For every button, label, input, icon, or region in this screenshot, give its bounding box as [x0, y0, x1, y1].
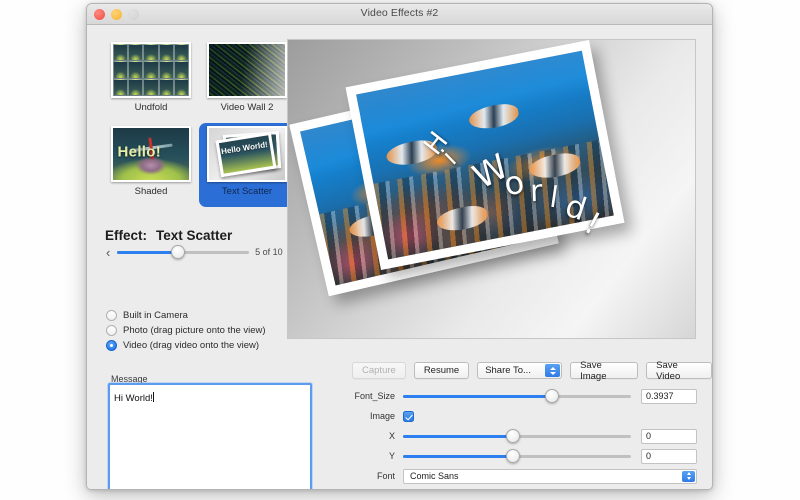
chevron-updown-icon	[545, 364, 560, 377]
param-label: Font	[327, 471, 403, 481]
effect-thumbnail	[111, 42, 191, 98]
resume-button[interactable]: Resume	[414, 362, 469, 379]
param-row-font: Font Comic Sans	[327, 468, 697, 484]
tile-grid-icon	[113, 44, 189, 96]
preview-photo	[356, 51, 614, 260]
font-dropdown-value: Comic Sans	[410, 471, 459, 481]
effect-position-label: 5 of 10	[255, 247, 283, 257]
effect-slider[interactable]	[117, 245, 249, 259]
window-content: Undfold Video Wall 2 Hello! Sh	[87, 25, 712, 489]
effect-slider-fill	[117, 251, 176, 254]
shaded-art-icon: Hello!	[113, 128, 189, 180]
share-to-dropdown[interactable]: Share To...	[477, 362, 562, 379]
param-label: Y	[327, 451, 403, 461]
source-radio-group: Built in Camera Photo (drag picture onto…	[106, 308, 266, 353]
font-dropdown[interactable]: Comic Sans	[403, 469, 697, 484]
param-row-x: X 0	[327, 428, 697, 444]
param-label: X	[327, 431, 403, 441]
save-image-button[interactable]: Save Image	[570, 362, 638, 379]
preview-canvas[interactable]: Hi World!	[287, 39, 696, 339]
effect-slider-knob[interactable]	[171, 245, 185, 259]
font-size-value[interactable]: 0.3937	[641, 389, 697, 404]
param-row-y: Y 0	[327, 448, 697, 464]
source-option-label: Photo (drag picture onto the view)	[123, 325, 266, 336]
param-label: Font_Size	[327, 391, 403, 401]
effect-item-label: Video Wall 2	[221, 102, 274, 113]
slider-fill	[403, 435, 512, 438]
color-swatch-button[interactable]	[403, 490, 435, 491]
image-checkbox[interactable]	[403, 411, 414, 422]
radio-icon[interactable]	[106, 325, 117, 336]
capture-button[interactable]: Capture	[352, 362, 406, 379]
effect-item-unfold[interactable]: Undfold	[103, 39, 199, 123]
previous-effect-button[interactable]: ‹	[105, 246, 111, 259]
video-wall-art-icon	[209, 44, 285, 96]
y-value[interactable]: 0	[641, 449, 697, 464]
effect-header: Effect: Text Scatter	[105, 228, 232, 243]
y-slider[interactable]	[403, 449, 631, 463]
effect-item-label: Text Scatter	[222, 186, 272, 197]
slider-knob[interactable]	[506, 429, 520, 443]
effect-item-label: Shaded	[135, 186, 168, 197]
effects-grid: Undfold Video Wall 2 Hello! Sh	[103, 39, 295, 207]
reef-image	[356, 51, 614, 260]
effect-item-text-scatter[interactable]: Hello World! Text Scatter	[199, 123, 295, 207]
source-option-label: Built in Camera	[123, 310, 188, 321]
source-option-video[interactable]: Video (drag video onto the view)	[106, 338, 266, 353]
preview-card-front	[346, 40, 625, 270]
app-window: Video Effects #2 Undfold	[86, 3, 713, 490]
source-option-label: Video (drag video onto the view)	[123, 340, 259, 351]
effect-thumbnail: Hello World!	[207, 126, 287, 182]
water-glow	[356, 51, 614, 260]
effect-item-video-wall-2[interactable]: Video Wall 2	[199, 39, 295, 123]
radio-icon[interactable]	[106, 310, 117, 321]
slider-fill	[403, 455, 512, 458]
param-row-image: Image	[327, 408, 697, 424]
share-to-label: Share To...	[485, 365, 531, 376]
effect-name-value: Text Scatter	[156, 228, 232, 243]
slider-fill	[403, 395, 551, 398]
param-label: Image	[327, 411, 403, 421]
font-size-slider[interactable]	[403, 389, 631, 403]
save-video-button[interactable]: Save Video	[646, 362, 712, 379]
effect-thumbnail	[207, 42, 287, 98]
text-caret	[153, 392, 154, 402]
x-value[interactable]: 0	[641, 429, 697, 444]
message-input[interactable]: Hi World!	[108, 383, 312, 490]
text-scatter-art-icon: Hello World!	[209, 128, 285, 180]
parameters-panel: Font_Size 0.3937 Image X	[327, 388, 697, 490]
param-row-font-size: Font_Size 0.3937	[327, 388, 697, 404]
effect-item-label: Undfold	[135, 102, 168, 113]
unfold-art-icon	[113, 44, 189, 96]
effect-prefix-label: Effect:	[105, 228, 147, 243]
shaded-overlay-text: Hello!	[118, 143, 161, 160]
chevron-updown-icon	[682, 471, 695, 482]
title-bar: Video Effects #2	[87, 4, 712, 25]
action-button-row: Capture Resume Share To... Save Image Sa…	[352, 362, 712, 379]
source-option-built-in-camera[interactable]: Built in Camera	[106, 308, 266, 323]
screen: Video Effects #2 Undfold	[0, 0, 800, 500]
effect-chooser: ‹ 5 of 10 ›	[105, 245, 295, 259]
source-option-photo[interactable]: Photo (drag picture onto the view)	[106, 323, 266, 338]
x-slider[interactable]	[403, 429, 631, 443]
window-title: Video Effects #2	[87, 7, 712, 19]
message-value: Hi World!	[114, 393, 153, 405]
effect-item-shaded[interactable]: Hello! Shaded	[103, 123, 199, 207]
slider-knob[interactable]	[545, 389, 559, 403]
effect-thumbnail: Hello!	[111, 126, 191, 182]
radio-icon-selected[interactable]	[106, 340, 117, 351]
slider-knob[interactable]	[506, 449, 520, 463]
param-row-color: Color	[327, 488, 697, 490]
